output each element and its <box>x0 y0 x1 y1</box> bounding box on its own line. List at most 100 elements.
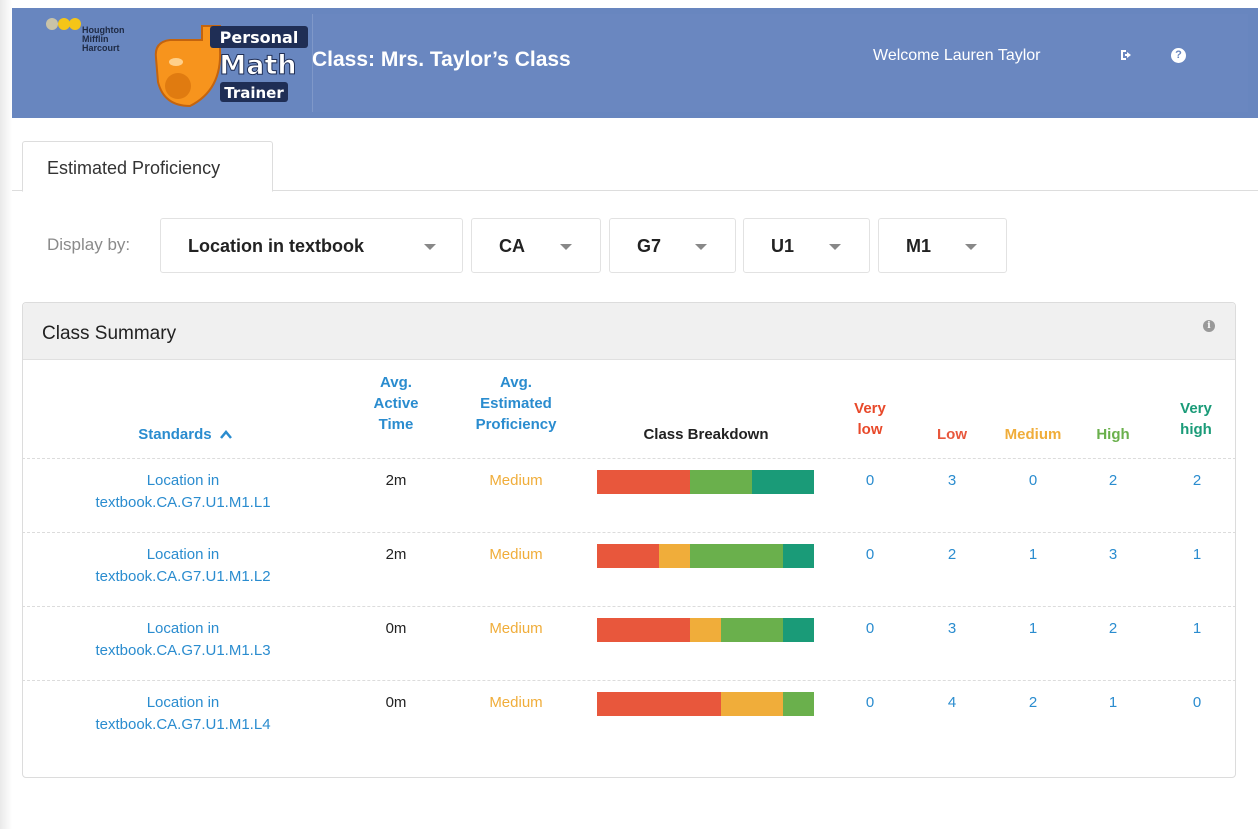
standard-line: textbook.CA.G7.U1.M1.L1 <box>95 494 271 511</box>
header-line: low <box>857 421 883 438</box>
header-line: Estimated <box>480 395 552 412</box>
chevron-down-icon <box>695 244 707 250</box>
dropdown-unit[interactable]: U1 <box>743 218 870 273</box>
count-medium[interactable]: 2 <box>1018 692 1048 714</box>
avg-estimated-proficiency: Medium <box>489 694 543 711</box>
tab-estimated-proficiency[interactable]: Estimated Proficiency <box>22 141 273 192</box>
count-low[interactable]: 4 <box>937 692 967 714</box>
logo-word-trainer: Trainer <box>224 84 284 102</box>
chevron-down-icon <box>965 244 977 250</box>
standard-link[interactable]: Location in textbook.CA.G7.U1.M1.L4 <box>68 692 298 736</box>
header-line: Avg. <box>500 374 532 391</box>
standard-line: textbook.CA.G7.U1.M1.L4 <box>95 716 271 733</box>
breakdown-segment-low <box>597 544 659 568</box>
header-line: high <box>1180 421 1212 438</box>
class-breakdown-bar <box>597 692 814 716</box>
sort-ascending-icon <box>219 430 232 439</box>
breakdown-segment-medium <box>690 618 721 642</box>
header-line: Proficiency <box>475 416 557 433</box>
header-avg-active-time[interactable]: Avg. Active Time <box>346 372 446 435</box>
count-high[interactable]: 1 <box>1098 692 1128 714</box>
header-line: Very <box>854 400 886 417</box>
class-title: Class: Mrs. Taylor’s Class <box>312 48 571 71</box>
header-line: Time <box>378 416 414 433</box>
standard-link[interactable]: Location in textbook.CA.G7.U1.M1.L1 <box>68 470 298 514</box>
logo-word-math: Math <box>219 50 296 81</box>
breakdown-segment-low <box>597 470 690 494</box>
count-low[interactable]: 3 <box>937 470 967 492</box>
chevron-down-icon <box>560 244 572 250</box>
standard-link[interactable]: Location in textbook.CA.G7.U1.M1.L2 <box>68 544 298 588</box>
count-high[interactable]: 2 <box>1098 470 1128 492</box>
header-line: Very <box>1180 400 1212 417</box>
count-very-low[interactable]: 0 <box>855 544 885 566</box>
publisher-line: Harcourt <box>82 43 120 53</box>
breakdown-segment-low <box>597 692 721 716</box>
standard-line: Location in <box>146 472 220 489</box>
dropdown-grade[interactable]: G7 <box>609 218 736 273</box>
dropdown-value: CA <box>499 236 525 256</box>
header-avg-estimated-proficiency[interactable]: Avg. Estimated Proficiency <box>456 372 576 435</box>
breakdown-segment-high <box>721 618 783 642</box>
chevron-down-icon <box>424 244 436 250</box>
row-divider <box>22 532 1236 533</box>
header-very-high[interactable]: Very high <box>1166 398 1226 440</box>
count-very-low[interactable]: 0 <box>855 618 885 640</box>
breakdown-segment-high <box>690 544 783 568</box>
avg-estimated-proficiency: Medium <box>489 472 543 489</box>
header-very-low[interactable]: Very low <box>840 398 900 440</box>
header-line: Avg. <box>380 374 412 391</box>
hmh-logo: Houghton Mifflin Harcourt <box>46 16 136 76</box>
row-divider <box>22 680 1236 681</box>
avg-active-time: 0m <box>385 620 407 637</box>
count-medium[interactable]: 1 <box>1018 544 1048 566</box>
count-very-high[interactable]: 2 <box>1182 470 1212 492</box>
logo-word-personal: Personal <box>220 28 299 47</box>
left-shadow <box>0 0 12 829</box>
breakdown-segment-very-high <box>783 618 814 642</box>
app-header: Houghton Mifflin Harcourt Personal Math … <box>12 8 1258 118</box>
standard-link[interactable]: Location in textbook.CA.G7.U1.M1.L3 <box>68 618 298 662</box>
header-medium[interactable]: Medium <box>993 424 1073 445</box>
dropdown-module[interactable]: M1 <box>878 218 1007 273</box>
count-low[interactable]: 3 <box>937 618 967 640</box>
avg-active-time: 2m <box>385 472 407 489</box>
class-breakdown-bar <box>597 470 814 494</box>
header-high[interactable]: High <box>1083 424 1143 445</box>
count-low[interactable]: 2 <box>937 544 967 566</box>
breakdown-segment-very-high <box>783 544 814 568</box>
dropdown-state[interactable]: CA <box>471 218 601 273</box>
count-medium[interactable]: 1 <box>1018 618 1048 640</box>
count-very-high[interactable]: 1 <box>1182 618 1212 640</box>
breakdown-segment-high <box>690 470 752 494</box>
standard-line: Location in <box>146 694 220 711</box>
count-very-high[interactable]: 0 <box>1182 692 1212 714</box>
breakdown-segment-medium <box>659 544 690 568</box>
count-very-low[interactable]: 0 <box>855 692 885 714</box>
dropdown-display-by[interactable]: Location in textbook <box>160 218 463 273</box>
count-high[interactable]: 2 <box>1098 618 1128 640</box>
welcome-text: Welcome Lauren Taylor <box>873 47 1041 64</box>
count-very-high[interactable]: 1 <box>1182 544 1212 566</box>
standard-line: Location in <box>146 620 220 637</box>
header-standards[interactable]: Standards <box>110 424 260 445</box>
breakdown-segment-low <box>597 618 690 642</box>
count-medium[interactable]: 0 <box>1018 470 1048 492</box>
info-icon[interactable]: i <box>1203 320 1215 332</box>
breakdown-segment-high <box>783 692 814 716</box>
dropdown-value: M1 <box>906 236 932 256</box>
count-high[interactable]: 3 <box>1098 544 1128 566</box>
row-divider <box>22 606 1236 607</box>
standard-line: textbook.CA.G7.U1.M1.L3 <box>95 642 271 659</box>
panel-title: Class Summary <box>42 323 177 344</box>
count-very-low[interactable]: 0 <box>855 470 885 492</box>
breakdown-segment-medium <box>721 692 783 716</box>
class-breakdown-bar <box>597 618 814 642</box>
sign-out-icon[interactable] <box>1120 48 1136 64</box>
dropdown-value: U1 <box>771 236 795 256</box>
avg-estimated-proficiency: Medium <box>489 546 543 563</box>
header-low[interactable]: Low <box>922 424 982 445</box>
avg-estimated-proficiency: Medium <box>489 620 543 637</box>
help-icon[interactable]: ? <box>1171 48 1187 64</box>
display-by-label: Display by: <box>47 235 131 254</box>
